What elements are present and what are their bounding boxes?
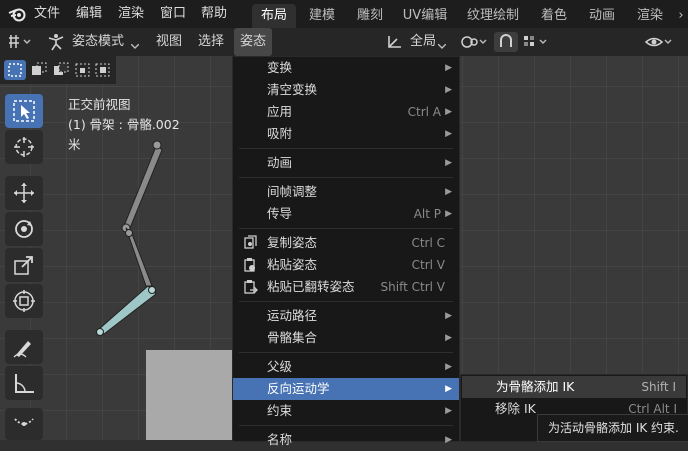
menu-separator xyxy=(239,301,453,302)
chevron-down-icon[interactable] xyxy=(437,39,447,53)
menu-separator xyxy=(239,177,453,178)
menu-item-clear-transform[interactable]: 清空变换 ▶ xyxy=(233,79,459,101)
tooltip-text: 为活动骨骼添加 IK 约束. xyxy=(548,421,679,435)
editor-type-icon[interactable] xyxy=(6,34,34,53)
tooltip: 为活动骨骼添加 IK 约束. xyxy=(537,414,688,442)
menu-separator xyxy=(239,148,453,149)
menu-item-names[interactable]: 名称 ▶ xyxy=(233,429,459,451)
menu-file[interactable]: 文件 xyxy=(34,0,60,28)
menu-item-snap[interactable]: 吸附 ▶ xyxy=(233,123,459,145)
menu-item-propagate[interactable]: 传导 Alt P ▶ xyxy=(233,203,459,225)
menu-window[interactable]: 窗口 xyxy=(160,0,186,28)
tab-rendering[interactable]: 渲染 xyxy=(630,4,670,28)
menu-item-paste-pose[interactable]: 粘贴姿态 Ctrl V xyxy=(233,254,459,276)
menu-render[interactable]: 渲染 xyxy=(118,0,144,28)
tab-more[interactable]: › xyxy=(674,4,688,28)
menu-item-transform[interactable]: 变换 ▶ xyxy=(233,57,459,79)
menu-item-copy-pose[interactable]: 复制姿态 Ctrl C xyxy=(233,232,459,254)
menu-view[interactable]: 视图 xyxy=(156,28,182,56)
plane-object[interactable] xyxy=(146,350,232,440)
pose-menu: 变换 ▶ 清空变换 ▶ 应用 Ctrl A ▶ 吸附 ▶ 动画 ▶ 间帧调整 ▶ 传导 Alt … xyxy=(232,56,460,447)
snap-icon[interactable] xyxy=(494,32,518,52)
pivot-icon[interactable] xyxy=(460,34,490,53)
menu-item-paste-flipped-pose[interactable]: 粘贴已翻转姿态 Shift Ctrl V xyxy=(233,276,459,298)
tab-layout[interactable]: 布局 xyxy=(252,4,296,28)
menu-separator xyxy=(239,228,453,229)
blender-logo-icon[interactable] xyxy=(8,6,28,25)
menu-help[interactable]: 帮助 xyxy=(201,0,227,28)
viewport-header: 姿态模式 视图 选择 姿态 全局 xyxy=(0,28,688,56)
tab-uv-editing[interactable]: UV编辑 xyxy=(398,4,452,28)
menu-separator xyxy=(239,352,453,353)
tab-modeling[interactable]: 建模 xyxy=(302,4,342,28)
transform-orientation-selector[interactable]: 全局 xyxy=(410,28,436,56)
menu-edit[interactable]: 编辑 xyxy=(76,0,102,28)
paste-flipped-icon xyxy=(243,279,259,302)
menu-item-motion-paths[interactable]: 运动路径 ▶ xyxy=(233,305,459,327)
menu-item-bone-collections[interactable]: 骨骼集合 ▶ xyxy=(233,327,459,349)
snap-settings-icon[interactable] xyxy=(522,34,550,53)
menu-item-constraints[interactable]: 约束 ▶ xyxy=(233,400,459,422)
menu-item-in-betweens[interactable]: 间帧调整 ▶ xyxy=(233,181,459,203)
tab-animation[interactable]: 动画 xyxy=(582,4,622,28)
chevron-down-icon[interactable] xyxy=(130,39,140,53)
menu-item-add-ik[interactable]: 为骨骼添加 IK Shift I xyxy=(462,376,686,398)
menu-separator xyxy=(239,425,453,426)
menu-item-parent[interactable]: 父级 ▶ xyxy=(233,356,459,378)
menu-pose[interactable]: 姿态 xyxy=(234,28,273,56)
menu-select[interactable]: 选择 xyxy=(198,28,224,56)
tab-sculpting[interactable]: 雕刻 xyxy=(350,4,390,28)
pose-mode-icon xyxy=(46,33,66,54)
menu-item-apply[interactable]: 应用 Ctrl A ▶ xyxy=(233,101,459,123)
mode-selector[interactable]: 姿态模式 xyxy=(72,28,124,56)
visibility-icon[interactable] xyxy=(644,34,674,53)
menu-item-animation[interactable]: 动画 ▶ xyxy=(233,152,459,174)
tab-shading[interactable]: 着色 xyxy=(534,4,574,28)
top-bar: 文件 编辑 渲染 窗口 帮助 布局 建模 雕刻 UV编辑 纹理绘制 着色 动画 … xyxy=(0,0,688,28)
menu-item-inverse-kinematics[interactable]: 反向运动学 ▶ xyxy=(233,378,459,400)
tab-texture-paint[interactable]: 纹理绘制 xyxy=(462,4,524,28)
transform-orientation-icon xyxy=(386,34,404,53)
